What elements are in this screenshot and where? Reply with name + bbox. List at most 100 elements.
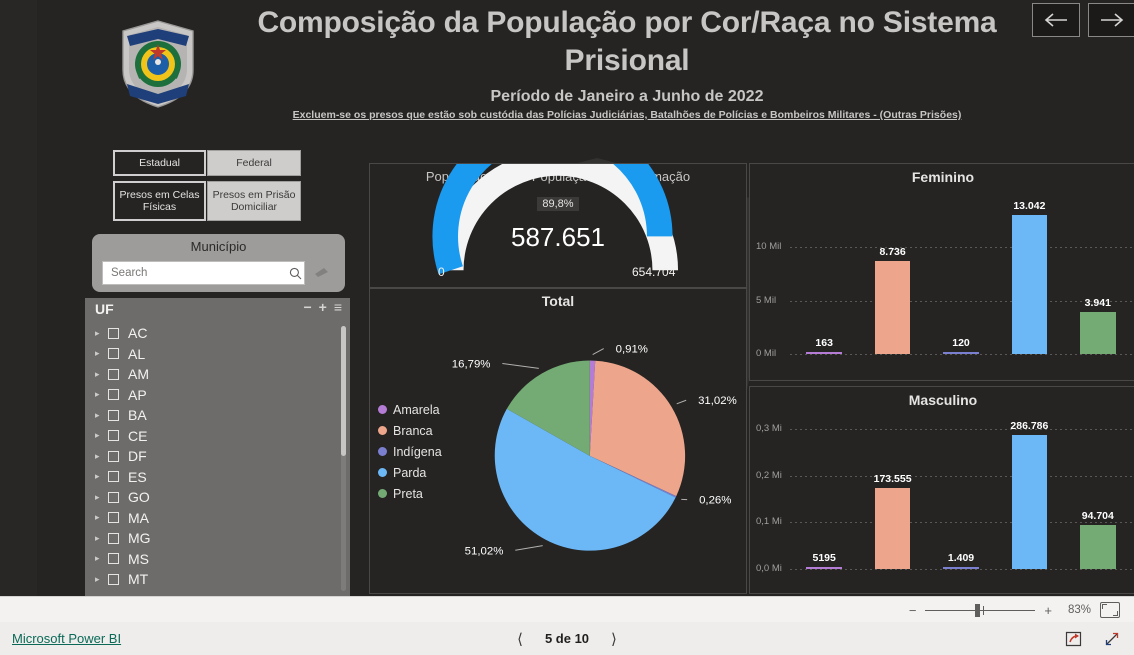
fullscreen-icon[interactable] bbox=[1104, 631, 1120, 647]
uf-list-item-label: MG bbox=[128, 530, 151, 547]
next-page-button[interactable] bbox=[1088, 3, 1134, 37]
uf-scrollbar-thumb[interactable] bbox=[341, 326, 346, 456]
bar-column[interactable] bbox=[943, 566, 979, 569]
feminino-bar-visual[interactable]: Feminino 0 Mil 5 Mil 10 Mil 163 8.736 120 13.0… bbox=[749, 163, 1134, 381]
bar-column[interactable] bbox=[1011, 214, 1048, 354]
expand-caret-icon[interactable]: ▸ bbox=[95, 430, 107, 441]
arrow-right-icon bbox=[1101, 13, 1124, 27]
chevron-left-icon[interactable]: ⟨ bbox=[517, 630, 523, 648]
slicer-scope-federal[interactable]: Federal bbox=[207, 150, 301, 176]
uf-list-item-label: AM bbox=[128, 366, 149, 383]
zoom-in-button[interactable]: + bbox=[1044, 604, 1052, 617]
pie-legend-item[interactable]: Parda bbox=[378, 462, 442, 483]
previous-page-button[interactable] bbox=[1032, 3, 1080, 37]
uf-list-item[interactable]: ▸ ES bbox=[85, 467, 350, 488]
pie-legend-item[interactable]: Preta bbox=[378, 483, 442, 504]
bar-data-label: 3.941 bbox=[1084, 297, 1111, 309]
bar-column[interactable] bbox=[943, 351, 979, 354]
pie-legend-swatch bbox=[378, 489, 387, 498]
expand-caret-icon[interactable]: ▸ bbox=[95, 328, 107, 339]
pie-legend-label: Branca bbox=[393, 423, 433, 438]
municipio-search-input[interactable] bbox=[109, 266, 289, 280]
uf-checkbox[interactable] bbox=[108, 491, 119, 503]
page-indicator: 5 de 10 bbox=[544, 631, 590, 646]
municipio-search-box[interactable] bbox=[102, 261, 305, 285]
uf-checkbox[interactable] bbox=[108, 368, 119, 380]
uf-checkbox[interactable] bbox=[108, 532, 119, 544]
expand-caret-icon[interactable]: ▸ bbox=[95, 492, 107, 503]
page-disclaimer: Excluem-se os presos que estão sob custó… bbox=[292, 109, 962, 121]
uf-checkbox[interactable] bbox=[108, 512, 119, 524]
uf-checkbox[interactable] bbox=[108, 389, 119, 401]
bar-data-label: 286.786 bbox=[1010, 420, 1049, 433]
bar-column[interactable] bbox=[806, 351, 842, 354]
uf-list-item[interactable]: ▸ MS bbox=[85, 549, 350, 570]
zoom-bar: − + 83% bbox=[0, 596, 1134, 623]
uf-checkbox[interactable] bbox=[108, 450, 119, 462]
uf-list-item[interactable]: ▸ AP bbox=[85, 385, 350, 406]
collapse-all-icon[interactable]: − bbox=[303, 300, 311, 314]
expand-caret-icon[interactable]: ▸ bbox=[95, 471, 107, 482]
gridline bbox=[790, 522, 1132, 524]
bar-column[interactable] bbox=[1080, 312, 1116, 354]
zoom-out-button[interactable]: − bbox=[909, 604, 917, 617]
uf-slicer-list[interactable]: ▸ AC ▸ AL ▸ AM ▸ AP ▸ BA ▸ CE ▸ DF ▸ ES ▸ GO ▸ MA ▸ MG ▸ MS ▸ MT bbox=[85, 323, 350, 596]
uf-list-item[interactable]: ▸ MT bbox=[85, 569, 350, 590]
expand-caret-icon[interactable]: ▸ bbox=[95, 553, 107, 564]
expand-caret-icon[interactable]: ▸ bbox=[95, 389, 107, 400]
expand-all-icon[interactable]: + bbox=[319, 300, 327, 314]
uf-list-item[interactable]: ▸ GO bbox=[85, 487, 350, 508]
expand-caret-icon[interactable]: ▸ bbox=[95, 410, 107, 421]
filter-menu-icon[interactable]: ≡ bbox=[334, 300, 342, 314]
share-icon[interactable] bbox=[1065, 631, 1082, 647]
uf-checkbox[interactable] bbox=[108, 573, 119, 585]
slicer-scope-estadual[interactable]: Estadual bbox=[113, 150, 206, 176]
gauge-visual[interactable]: População Total x População com Informaç… bbox=[369, 163, 747, 288]
zoom-slider-thumb[interactable] bbox=[975, 603, 981, 617]
uf-list-item[interactable]: ▸ CE bbox=[85, 426, 350, 447]
page-title: Composição da População por Cor/Raça no … bbox=[257, 6, 997, 77]
bar-column[interactable] bbox=[874, 260, 911, 354]
uf-checkbox[interactable] bbox=[108, 430, 119, 442]
uf-list-item[interactable]: ▸ MG bbox=[85, 528, 350, 549]
gauge-max-label: 654.704 bbox=[632, 265, 676, 279]
uf-list-item-label: AL bbox=[128, 345, 146, 362]
pie-legend-item[interactable]: Branca bbox=[378, 420, 442, 441]
expand-caret-icon[interactable]: ▸ bbox=[95, 369, 107, 380]
slicer-custody-celas[interactable]: Presos em Celas Físicas bbox=[113, 181, 206, 221]
uf-slicer-title: UF bbox=[95, 301, 114, 317]
expand-caret-icon[interactable]: ▸ bbox=[95, 348, 107, 359]
bar-column[interactable] bbox=[1011, 435, 1048, 569]
pie-legend-item[interactable]: Indígena bbox=[378, 441, 442, 462]
uf-list-item[interactable]: ▸ DF bbox=[85, 446, 350, 467]
eraser-icon[interactable] bbox=[314, 267, 332, 279]
expand-caret-icon[interactable]: ▸ bbox=[95, 533, 107, 544]
uf-list-item[interactable]: ▸ AM bbox=[85, 364, 350, 385]
search-icon bbox=[289, 267, 302, 279]
expand-caret-icon[interactable]: ▸ bbox=[95, 574, 107, 585]
uf-checkbox[interactable] bbox=[108, 327, 119, 339]
zoom-slider-track[interactable] bbox=[925, 603, 1036, 617]
uf-list-item[interactable]: ▸ AC bbox=[85, 323, 350, 344]
pie-legend[interactable]: Amarela Branca Indígena Parda Preta bbox=[378, 399, 442, 504]
masculino-bar-visual[interactable]: Masculino 0,0 Mi 0,1 Mi 0,2 Mi 0,3 Mi 5195 17… bbox=[749, 386, 1134, 594]
uf-list-item[interactable]: ▸ AL bbox=[85, 344, 350, 365]
pie-visual[interactable]: Total 0,91% 31,02% 0,26% 51,02% 16,79% Amare… bbox=[369, 288, 747, 594]
uf-list-item[interactable]: ▸ BA bbox=[85, 405, 350, 426]
bar-column[interactable] bbox=[1080, 524, 1116, 569]
uf-list-item[interactable]: ▸ MA bbox=[85, 508, 350, 529]
uf-checkbox[interactable] bbox=[108, 471, 119, 483]
bar-column[interactable] bbox=[806, 566, 842, 569]
fit-to-page-icon[interactable] bbox=[1100, 602, 1120, 618]
chevron-right-icon[interactable]: ⟩ bbox=[611, 630, 617, 648]
uf-checkbox[interactable] bbox=[108, 553, 119, 565]
expand-caret-icon[interactable]: ▸ bbox=[95, 512, 107, 523]
canvas-left-strip bbox=[0, 0, 37, 596]
uf-checkbox[interactable] bbox=[108, 409, 119, 421]
uf-checkbox[interactable] bbox=[108, 348, 119, 360]
expand-caret-icon[interactable]: ▸ bbox=[95, 451, 107, 462]
bar-column[interactable] bbox=[874, 488, 911, 569]
pie-legend-item[interactable]: Amarela bbox=[378, 399, 442, 420]
pie-data-label: 31,02% bbox=[698, 395, 737, 407]
slicer-custody-domiciliar[interactable]: Presos em Prisão Domiciliar bbox=[207, 181, 301, 221]
